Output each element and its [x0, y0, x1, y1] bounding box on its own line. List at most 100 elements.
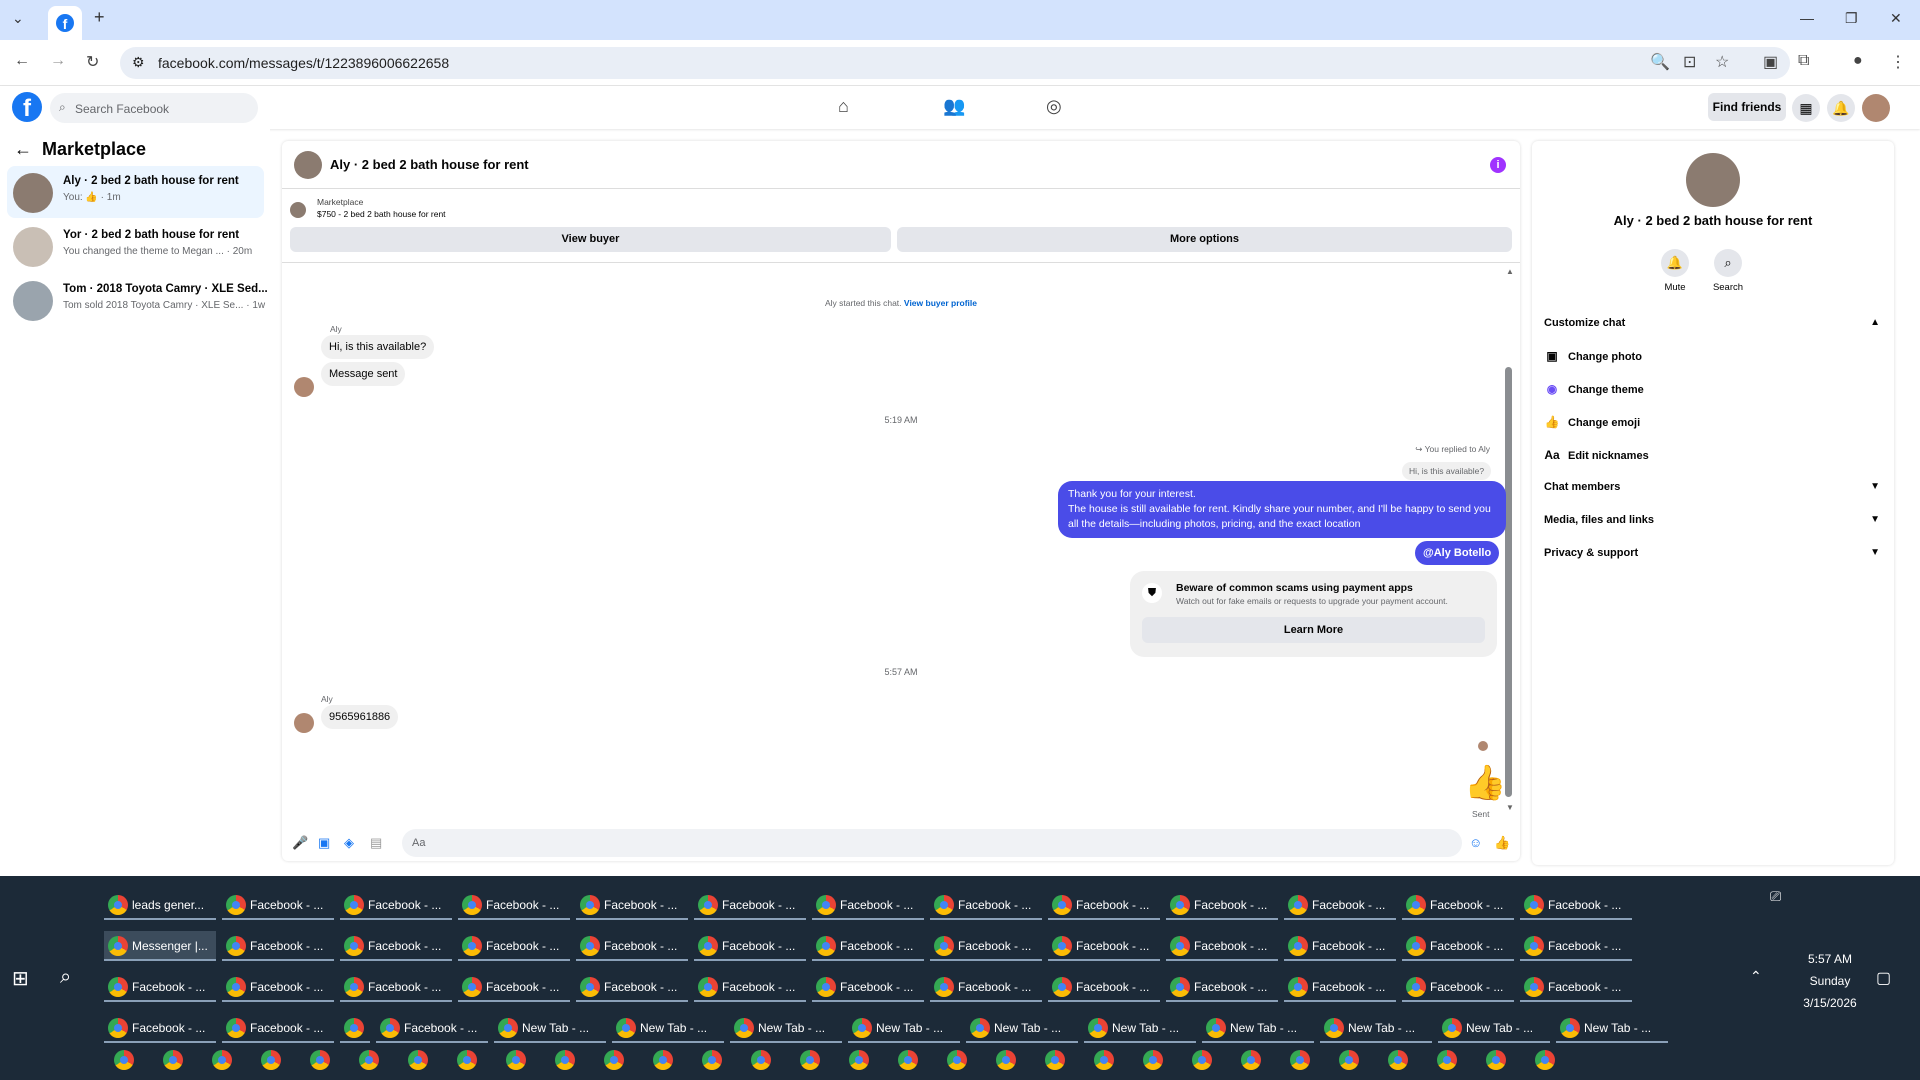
- taskbar-window-item[interactable]: Facebook - ...: [1402, 931, 1514, 961]
- taskbar-window-item[interactable]: Facebook - ...: [930, 890, 1042, 920]
- task-view-icon[interactable]: ⎚: [1770, 888, 1781, 905]
- edit-nicknames-option[interactable]: Aa Edit nicknames: [1544, 448, 1648, 462]
- taskbar-window-item[interactable]: Facebook - ...: [1402, 890, 1514, 920]
- taskbar-window-item[interactable]: Facebook - ...: [340, 890, 452, 920]
- taskbar-window-item[interactable]: Facebook - ...: [1520, 890, 1632, 920]
- back-icon[interactable]: ←: [14, 52, 30, 70]
- pinned-chrome-icon[interactable]: [947, 1050, 967, 1070]
- taskbar-window-item[interactable]: New Tab - ...: [1438, 1013, 1550, 1043]
- avatar[interactable]: [294, 377, 314, 397]
- mention-bubble[interactable]: @Aly Botello: [1415, 541, 1500, 565]
- chat-scrollbar[interactable]: [1505, 367, 1512, 797]
- taskbar-window-item[interactable]: [340, 1013, 370, 1043]
- avatar[interactable]: [1686, 153, 1740, 207]
- address-bar[interactable]: ⚙ facebook.com/messages/t/12238960066226…: [120, 47, 1790, 79]
- pinned-chrome-icon[interactable]: [1290, 1050, 1310, 1070]
- taskbar-window-item[interactable]: Facebook - ...: [1520, 931, 1632, 961]
- taskbar-window-item[interactable]: Facebook - ...: [694, 890, 806, 920]
- message-bubble[interactable]: Message sent: [321, 362, 406, 386]
- message-bubble[interactable]: Hi, is this available?: [321, 335, 435, 359]
- pinned-chrome-icon[interactable]: [849, 1050, 869, 1070]
- pinned-chrome-icon[interactable]: [1192, 1050, 1212, 1070]
- thumbs-up-icon[interactable]: 👍: [1464, 763, 1506, 803]
- message-input[interactable]: Aa: [402, 829, 1462, 857]
- pinned-chrome-icon[interactable]: [1339, 1050, 1359, 1070]
- quoted-message[interactable]: Hi, is this available?: [1402, 462, 1492, 480]
- view-buyer-profile-link[interactable]: View buyer profile: [904, 298, 977, 308]
- extensions-icon[interactable]: ⧉: [1798, 52, 1809, 70]
- install-icon[interactable]: ⊡: [1683, 52, 1696, 72]
- media-files-section[interactable]: Media, files and links ▼: [1544, 514, 1884, 526]
- pinned-chrome-icon[interactable]: [653, 1050, 673, 1070]
- taskbar-window-item[interactable]: Facebook - ...: [1166, 890, 1278, 920]
- notifications-bell-icon[interactable]: 🔔: [1827, 94, 1855, 122]
- zoom-icon[interactable]: 🔍: [1650, 52, 1670, 72]
- pinned-chrome-icon[interactable]: [1143, 1050, 1163, 1070]
- like-button-icon[interactable]: 👍: [1494, 835, 1510, 851]
- home-icon[interactable]: ⌂: [838, 96, 849, 117]
- tray-chevron-up-icon[interactable]: ⌃: [1750, 968, 1762, 985]
- taskbar-window-item[interactable]: Facebook - ...: [576, 972, 688, 1002]
- taskbar-window-item[interactable]: Facebook - ...: [340, 931, 452, 961]
- pinned-chrome-icon[interactable]: [800, 1050, 820, 1070]
- taskbar-window-item[interactable]: New Tab - ...: [494, 1013, 606, 1043]
- pinned-chrome-icon[interactable]: [702, 1050, 722, 1070]
- bookmark-star-icon[interactable]: ☆: [1715, 52, 1729, 72]
- taskbar-window-item[interactable]: Facebook - ...: [104, 972, 216, 1002]
- taskbar-window-item[interactable]: New Tab - ...: [966, 1013, 1078, 1043]
- learn-more-button[interactable]: Learn More: [1142, 617, 1485, 643]
- conversation-item[interactable]: Tom · 2018 Toyota Camry · XLE Sed... Tom…: [7, 274, 268, 326]
- tab-search-icon[interactable]: ⌄: [12, 10, 24, 27]
- groups-icon[interactable]: ◎: [1046, 96, 1062, 117]
- chat-members-section[interactable]: Chat members ▼: [1544, 481, 1884, 493]
- menu-grid-icon[interactable]: ▦: [1792, 94, 1820, 122]
- taskbar-window-item[interactable]: Facebook - ...: [694, 931, 806, 961]
- change-emoji-option[interactable]: 👍 Change emoji: [1544, 415, 1641, 429]
- change-theme-option[interactable]: ◉ Change theme: [1544, 382, 1644, 396]
- conversation-item[interactable]: Yor · 2 bed 2 bath house for rent You ch…: [7, 220, 264, 272]
- taskbar-window-item[interactable]: Facebook - ...: [1284, 931, 1396, 961]
- more-options-button[interactable]: More options: [897, 227, 1512, 252]
- pinned-chrome-icon[interactable]: [1045, 1050, 1065, 1070]
- avatar[interactable]: [294, 713, 314, 733]
- taskbar-window-item[interactable]: Facebook - ...: [222, 931, 334, 961]
- taskbar-window-item[interactable]: Facebook - ...: [694, 972, 806, 1002]
- info-icon[interactable]: i: [1490, 157, 1506, 173]
- taskbar-window-item[interactable]: New Tab - ...: [848, 1013, 960, 1043]
- taskbar-window-item[interactable]: Facebook - ...: [812, 972, 924, 1002]
- pinned-chrome-icon[interactable]: [261, 1050, 281, 1070]
- pinned-chrome-icon[interactable]: [310, 1050, 330, 1070]
- taskbar-window-item[interactable]: Facebook - ...: [930, 972, 1042, 1002]
- pinned-chrome-icon[interactable]: [604, 1050, 624, 1070]
- pinned-chrome-icon[interactable]: [163, 1050, 183, 1070]
- pinned-chrome-icon[interactable]: [898, 1050, 918, 1070]
- taskbar-window-item[interactable]: Facebook - ...: [1048, 931, 1160, 961]
- taskbar-window-item[interactable]: New Tab - ...: [1084, 1013, 1196, 1043]
- taskbar-window-item[interactable]: Facebook - ...: [576, 890, 688, 920]
- pinned-chrome-icon[interactable]: [359, 1050, 379, 1070]
- taskbar-window-item[interactable]: Facebook - ...: [1284, 972, 1396, 1002]
- notification-center-icon[interactable]: ▢: [1876, 968, 1891, 988]
- mute-button[interactable]: 🔔 Mute: [1645, 249, 1705, 293]
- message-bubble[interactable]: 9565961886: [321, 705, 399, 729]
- scroll-up-icon[interactable]: ▲: [1506, 267, 1514, 276]
- pinned-chrome-icon[interactable]: [408, 1050, 428, 1070]
- taskbar-window-item[interactable]: Facebook - ...: [458, 972, 570, 1002]
- taskbar-window-item[interactable]: leads gener...: [104, 890, 216, 920]
- profile-icon[interactable]: ●: [1853, 52, 1863, 70]
- taskbar-window-item[interactable]: Facebook - ...: [376, 1013, 488, 1043]
- taskbar-window-item[interactable]: New Tab - ...: [730, 1013, 842, 1043]
- pinned-chrome-icon[interactable]: [1094, 1050, 1114, 1070]
- taskbar-window-item[interactable]: Facebook - ...: [222, 1013, 334, 1043]
- taskbar-window-item[interactable]: New Tab - ...: [1320, 1013, 1432, 1043]
- forward-icon[interactable]: →: [50, 52, 66, 70]
- minimize-icon[interactable]: —: [1800, 10, 1814, 26]
- taskbar-window-item[interactable]: Facebook - ...: [812, 890, 924, 920]
- taskbar-window-item[interactable]: Facebook - ...: [576, 931, 688, 961]
- facebook-search-input[interactable]: ⌕ Search Facebook: [50, 93, 258, 123]
- photo-icon[interactable]: ▣: [318, 835, 330, 851]
- search-icon[interactable]: ⌕: [60, 966, 71, 989]
- search-button[interactable]: ⌕ Search: [1698, 249, 1758, 293]
- pinned-chrome-icon[interactable]: [1535, 1050, 1555, 1070]
- pinned-chrome-icon[interactable]: [506, 1050, 526, 1070]
